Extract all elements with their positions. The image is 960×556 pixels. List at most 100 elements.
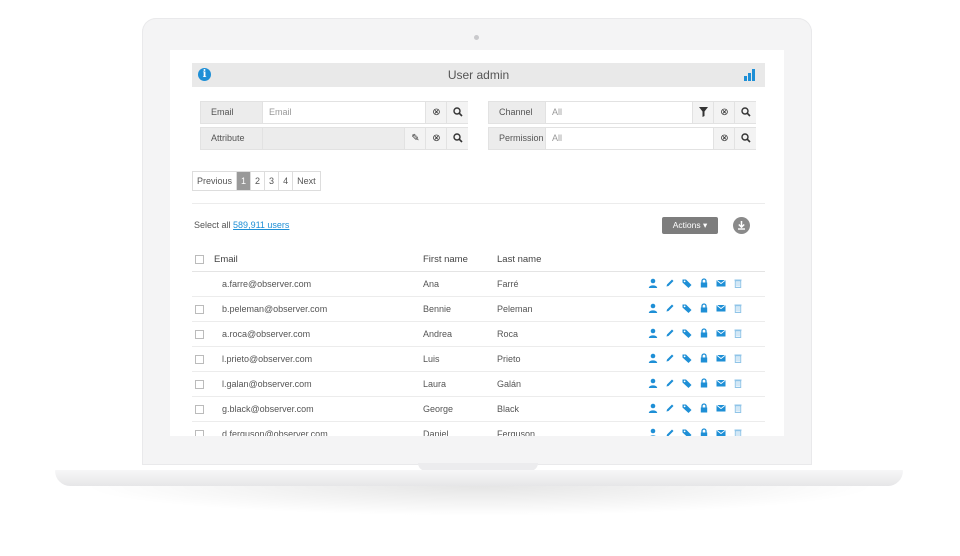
lock-icon[interactable] (699, 278, 709, 288)
edit-icon[interactable] (665, 328, 675, 338)
permission-filter-label: Permission (489, 128, 545, 149)
header-bar: i User admin (192, 63, 765, 87)
page-4-button[interactable]: 4 (279, 172, 294, 190)
trash-icon[interactable] (733, 428, 743, 436)
cell-first-name: Luis (423, 354, 440, 364)
edit-icon[interactable] (665, 303, 675, 313)
attribute-input[interactable] (262, 128, 411, 149)
tag-icon[interactable] (682, 353, 692, 363)
next-button[interactable]: Next (293, 172, 320, 190)
select-all-label: Select all (194, 220, 231, 230)
channel-input[interactable]: All (545, 102, 693, 123)
table-row[interactable]: l.galan@observer.com Laura Galán (192, 371, 765, 397)
select-all-users-link[interactable]: 589,911 users (233, 220, 289, 230)
page-1-button[interactable]: 1 (237, 172, 252, 190)
table-row[interactable]: l.prieto@observer.com Luis Prieto (192, 346, 765, 372)
mail-icon[interactable] (716, 428, 726, 436)
attribute-filter: Attribute ✎ ⊗ (200, 127, 468, 150)
previous-button[interactable]: Previous (193, 172, 238, 190)
cell-last-name: Ferguson (497, 429, 536, 436)
user-icon[interactable] (648, 403, 658, 413)
user-icon[interactable] (648, 303, 658, 313)
trash-icon[interactable] (733, 328, 743, 338)
table-row[interactable]: a.roca@observer.com Andrea Roca (192, 321, 765, 347)
tag-icon[interactable] (682, 303, 692, 313)
edit-icon[interactable]: ✎ (404, 128, 426, 149)
user-icon[interactable] (648, 378, 658, 388)
page-3-button[interactable]: 3 (265, 172, 280, 190)
search-icon[interactable] (446, 128, 468, 149)
permission-input[interactable]: All (545, 128, 714, 149)
column-header-last-name[interactable]: Last name (497, 254, 541, 265)
clear-icon[interactable]: ⊗ (713, 128, 735, 149)
row-checkbox[interactable] (195, 430, 204, 436)
mail-icon[interactable] (716, 328, 726, 338)
tag-icon[interactable] (682, 428, 692, 436)
search-icon[interactable] (446, 102, 468, 123)
cell-last-name: Galán (497, 379, 522, 389)
clear-icon[interactable]: ⊗ (425, 102, 447, 123)
email-input[interactable]: Email (262, 102, 432, 123)
trash-icon[interactable] (733, 278, 743, 288)
table-row[interactable]: g.black@observer.com George Black (192, 396, 765, 422)
row-checkbox[interactable] (195, 405, 204, 414)
attribute-filter-label: Attribute (201, 128, 262, 149)
mail-icon[interactable] (716, 303, 726, 313)
lock-icon[interactable] (699, 428, 709, 436)
column-header-email[interactable]: Email (214, 254, 238, 265)
trash-icon[interactable] (733, 353, 743, 363)
row-checkbox[interactable] (195, 330, 204, 339)
laptop-shadow (80, 486, 880, 516)
page-2-button[interactable]: 2 (251, 172, 266, 190)
divider (192, 203, 765, 204)
download-icon[interactable] (733, 217, 750, 234)
search-icon[interactable] (734, 128, 756, 149)
mail-icon[interactable] (716, 278, 726, 288)
row-checkbox[interactable] (195, 380, 204, 389)
lock-icon[interactable] (699, 328, 709, 338)
mail-icon[interactable] (716, 378, 726, 388)
actions-label: Actions (672, 220, 701, 230)
table-row[interactable]: a.farre@observer.com Ana Farré (192, 271, 765, 297)
trash-icon[interactable] (733, 378, 743, 388)
clear-icon[interactable]: ⊗ (425, 128, 447, 149)
tag-icon[interactable] (682, 278, 692, 288)
channel-filter-label: Channel (489, 102, 545, 123)
select-all-checkbox[interactable] (195, 255, 204, 264)
tag-icon[interactable] (682, 328, 692, 338)
row-checkbox[interactable] (195, 305, 204, 314)
caret-down-icon: ▾ (702, 220, 708, 230)
page-title: User admin (447, 68, 510, 82)
lock-icon[interactable] (699, 403, 709, 413)
trash-icon[interactable] (733, 403, 743, 413)
mail-icon[interactable] (716, 403, 726, 413)
edit-icon[interactable] (665, 353, 675, 363)
lock-icon[interactable] (699, 353, 709, 363)
column-header-first-name[interactable]: First name (423, 254, 468, 265)
cell-first-name: George (423, 404, 454, 414)
actions-button[interactable]: Actions ▾ (662, 217, 718, 234)
cell-first-name: Bennie (423, 304, 452, 314)
edit-icon[interactable] (665, 378, 675, 388)
user-icon[interactable] (648, 328, 658, 338)
clear-icon[interactable]: ⊗ (713, 102, 735, 123)
bar-chart-icon[interactable] (744, 69, 756, 81)
user-icon[interactable] (648, 428, 658, 436)
mail-icon[interactable] (716, 353, 726, 363)
tag-icon[interactable] (682, 403, 692, 413)
table-row[interactable]: d.ferguson@observer.com Daniel Ferguson (192, 421, 765, 436)
filter-icon[interactable] (692, 102, 714, 123)
edit-icon[interactable] (665, 278, 675, 288)
tag-icon[interactable] (682, 378, 692, 388)
lock-icon[interactable] (699, 378, 709, 388)
trash-icon[interactable] (733, 303, 743, 313)
cell-last-name: Peleman (497, 304, 533, 314)
lock-icon[interactable] (699, 303, 709, 313)
edit-icon[interactable] (665, 403, 675, 413)
table-row[interactable]: b.peleman@observer.com Bennie Peleman (192, 296, 765, 322)
search-icon[interactable] (734, 102, 756, 123)
edit-icon[interactable] (665, 428, 675, 436)
user-icon[interactable] (648, 353, 658, 363)
user-icon[interactable] (648, 278, 658, 288)
row-checkbox[interactable] (195, 355, 204, 364)
